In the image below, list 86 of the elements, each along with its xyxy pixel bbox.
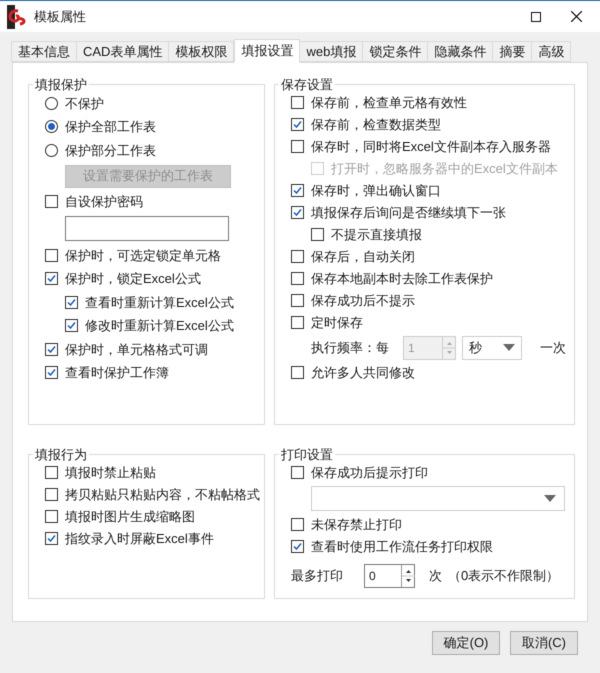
close-icon[interactable] (571, 11, 582, 22)
checkbox-label: 查看时重新计算Excel公式 (85, 294, 234, 312)
print-limit-note: （0表示不作限制） (448, 566, 560, 585)
checkbox[interactable] (291, 272, 304, 285)
checkbox[interactable] (45, 488, 58, 501)
checkbox[interactable] (45, 510, 58, 523)
dialog-button[interactable]: 取消(C) (510, 631, 578, 655)
frequency-suffix: 一次 (540, 338, 566, 357)
print-count-unit: 次 (429, 566, 442, 585)
checkbox-label: 不提示直接填报 (331, 226, 422, 244)
tab[interactable]: CAD表单属性 (76, 41, 170, 62)
checkbox-label: 保存前，检查单元格有效性 (311, 94, 467, 112)
checkbox-label: 保存时，弹出确认窗口 (311, 182, 441, 200)
tab[interactable]: web填报 (299, 41, 364, 62)
checkbox-label: 允许多人共同修改 (311, 364, 415, 382)
checkbox-label: 保存成功后提示打印 (311, 464, 428, 482)
checkbox-label: 保护时，可选定锁定单元格 (65, 246, 221, 264)
dropdown-arrow-icon (503, 344, 515, 351)
checkbox[interactable] (291, 518, 304, 531)
window-title: 模板属性 (34, 8, 86, 26)
checkbox[interactable] (291, 366, 304, 379)
radio-button[interactable] (45, 120, 58, 134)
checkbox[interactable] (45, 366, 58, 380)
max-print-label: 最多打印 (291, 566, 344, 585)
group-title: 打印设置 (280, 446, 334, 464)
checkbox-label: 自设保护密码 (65, 193, 143, 211)
frequency-label: 执行频率：每 (311, 338, 390, 357)
group-title: 填报行为 (34, 446, 88, 464)
tab[interactable]: 锁定条件 (362, 41, 428, 62)
checkbox[interactable] (291, 206, 304, 219)
checkbox[interactable] (291, 118, 304, 131)
password-field[interactable] (65, 216, 229, 241)
checkbox[interactable] (45, 342, 58, 356)
checkbox-label: 保护时，锁定Excel公式 (65, 270, 201, 288)
radio-label: 保护部分工作表 (65, 142, 156, 160)
checkbox-label: 保存成功后不提示 (311, 292, 415, 310)
radio-label: 保护全部工作表 (65, 118, 156, 136)
checkbox-label: 查看时使用工作流任务打印权限 (311, 538, 493, 556)
spin-arrows-icon[interactable] (401, 564, 414, 586)
checkbox[interactable] (65, 296, 78, 309)
maximize-icon[interactable] (531, 12, 541, 22)
checkbox-label: 拷贝粘贴只粘贴内容，不粘帖格式 (65, 486, 260, 504)
checkbox[interactable] (45, 532, 58, 545)
spinner-field[interactable]: 0 (364, 564, 415, 588)
checkbox-label: 打开时，忽略服务器中的Excel文件副本 (331, 160, 558, 178)
checkbox-label: 填报时禁止粘贴 (65, 464, 156, 482)
checkbox-label: 指纹录入时屏蔽Excel事件 (65, 530, 214, 548)
checkbox[interactable] (45, 195, 58, 208)
tab[interactable]: 基本信息 (11, 41, 77, 62)
checkbox-label: 保存时，同时将Excel文件副本存入服务器 (311, 138, 551, 156)
tab[interactable]: 隐藏条件 (427, 41, 494, 62)
tab[interactable]: 填报设置 (234, 39, 300, 63)
group-title: 填报保护 (34, 76, 88, 94)
checkbox-label: 保存后，自动关闭 (311, 248, 415, 266)
radio-label: 不保护 (65, 94, 104, 112)
checkbox-label: 未保存禁止打印 (311, 516, 402, 534)
checkbox-label: 保存本地副本时去除工作表保护 (311, 270, 493, 288)
radio-button[interactable] (45, 144, 58, 157)
checkbox[interactable] (291, 184, 304, 197)
tab[interactable]: 摘要 (492, 41, 532, 62)
checkbox-label: 保护时，单元格格式可调 (65, 340, 208, 358)
radio-button[interactable] (45, 96, 58, 110)
checkbox-label: 填报时图片生成缩略图 (65, 508, 195, 526)
checkbox-label: 查看时保护工作簿 (65, 364, 169, 382)
app-logo-icon (6, 4, 28, 28)
checkbox[interactable] (45, 248, 58, 262)
tab[interactable]: 模板权限 (168, 41, 234, 62)
checkbox[interactable] (65, 319, 78, 332)
checkbox[interactable] (291, 540, 304, 553)
checkbox[interactable] (45, 272, 58, 286)
checkbox[interactable] (291, 96, 304, 109)
checkbox-label: 保存前，检查数据类型 (311, 116, 441, 134)
checkbox[interactable] (291, 294, 304, 307)
checkbox-label: 定时保存 (311, 314, 363, 332)
checkbox[interactable] (45, 466, 58, 479)
dialog-button[interactable]: 确定(O) (432, 631, 500, 655)
group-title: 保存设置 (280, 76, 334, 94)
tab[interactable]: 高级 (531, 41, 572, 62)
checkbox[interactable] (291, 140, 304, 153)
checkbox[interactable] (311, 228, 324, 241)
dropdown-arrow-icon (544, 495, 556, 502)
checkbox-label: 修改时重新计算Excel公式 (85, 317, 234, 335)
checkbox[interactable] (291, 316, 304, 329)
checkbox[interactable] (291, 250, 304, 263)
checkbox-label: 填报保存后询问是否继续填下一张 (311, 204, 506, 222)
checkbox[interactable] (291, 466, 304, 479)
